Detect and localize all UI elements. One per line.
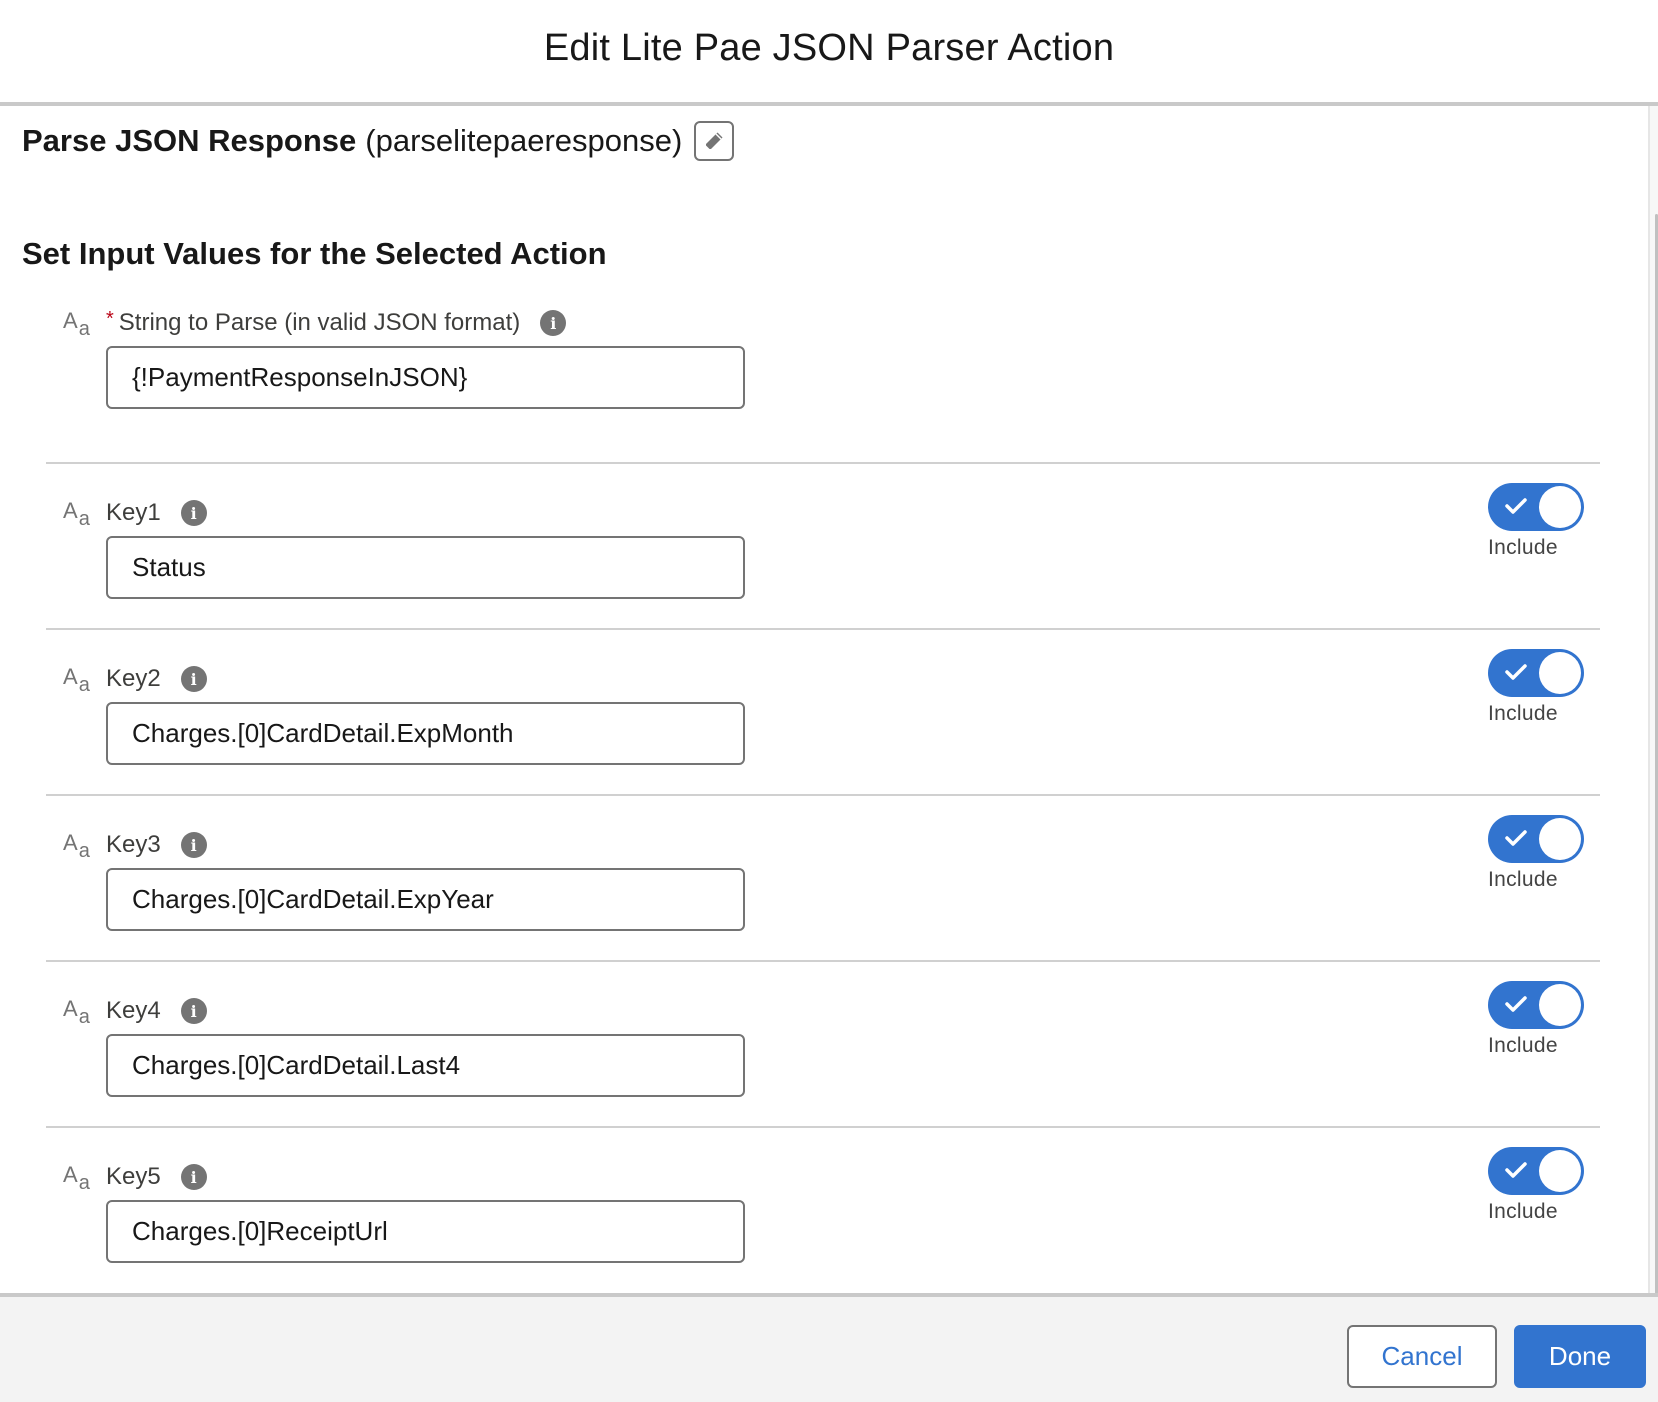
field-divider — [46, 960, 1600, 962]
include-toggle[interactable] — [1488, 981, 1584, 1029]
include-toggle-group: Include — [1488, 981, 1598, 1058]
field-divider — [46, 628, 1600, 630]
field-divider — [46, 1126, 1600, 1128]
text-type-icon: Aa — [63, 996, 90, 1028]
field-label: Key3 i — [106, 831, 207, 859]
field-label-text: Key1 — [106, 499, 161, 526]
field-row: Aa Key5 i Include — [46, 1126, 1600, 1292]
field-input[interactable] — [106, 868, 745, 931]
modal-footer: Cancel Done — [0, 1293, 1658, 1402]
field-row: Aa * String to Parse (in valid JSON format… — [46, 306, 1600, 472]
field-input[interactable] — [106, 702, 745, 765]
include-toggle-group: Include — [1488, 649, 1598, 726]
include-label: Include — [1488, 1200, 1558, 1223]
modal-body: Parse JSON Response (parselitepaerespons… — [0, 106, 1650, 1293]
text-type-icon: Aa — [63, 498, 90, 530]
checkmark-icon — [1505, 1162, 1527, 1178]
include-toggle-group: Include — [1488, 483, 1598, 560]
edit-action-button[interactable] — [694, 121, 735, 161]
field-input[interactable] — [106, 536, 745, 599]
field-row: Aa Key2 i Include — [46, 628, 1600, 794]
section-title: Set Input Values for the Selected Action — [22, 236, 607, 271]
field-label: Key5 i — [106, 1163, 207, 1191]
checkmark-icon — [1505, 498, 1527, 514]
include-label: Include — [1488, 1034, 1558, 1057]
field-input[interactable] — [106, 1200, 745, 1263]
field-label-text: Key5 — [106, 1163, 161, 1190]
modal-header: Edit Lite Pae JSON Parser Action — [0, 0, 1658, 106]
text-type-icon: Aa — [63, 1162, 90, 1194]
toggle-knob — [1539, 486, 1581, 528]
info-icon[interactable]: i — [180, 1164, 207, 1190]
action-api-name: (parselitepaeresponse) — [365, 123, 683, 158]
include-toggle[interactable] — [1488, 1147, 1584, 1195]
field-label-text: Key4 — [106, 997, 161, 1024]
field-label-text: String to Parse (in valid JSON format) — [118, 309, 521, 336]
done-button[interactable]: Done — [1514, 1325, 1646, 1388]
text-type-icon: Aa — [63, 830, 90, 862]
action-heading: Parse JSON Response (parselitepaerespons… — [22, 121, 735, 161]
modal-title: Edit Lite Pae JSON Parser Action — [543, 26, 1115, 69]
field-label: Key1 i — [106, 499, 207, 527]
info-icon[interactable]: i — [180, 832, 207, 858]
include-toggle-group: Include — [1488, 815, 1598, 892]
info-icon[interactable]: i — [180, 500, 207, 526]
field-row: Aa Key1 i Include — [46, 462, 1600, 628]
checkmark-icon — [1505, 664, 1527, 680]
info-icon[interactable]: i — [180, 666, 207, 692]
include-label: Include — [1488, 536, 1558, 559]
toggle-knob — [1539, 818, 1581, 860]
field-row: Aa Key3 i Include — [46, 794, 1600, 960]
text-type-icon: Aa — [63, 308, 90, 340]
text-type-icon: Aa — [63, 664, 90, 696]
action-name: Parse JSON Response — [22, 123, 357, 158]
field-divider — [46, 462, 1600, 464]
include-toggle[interactable] — [1488, 649, 1584, 697]
field-label: Key2 i — [106, 665, 207, 693]
toggle-knob — [1539, 1150, 1581, 1192]
field-divider — [46, 794, 1600, 796]
include-toggle-group: Include — [1488, 1147, 1598, 1224]
toggle-knob — [1539, 652, 1581, 694]
field-label-text: Key2 — [106, 665, 161, 692]
field-label: Key4 i — [106, 997, 207, 1025]
include-toggle[interactable] — [1488, 815, 1584, 863]
required-marker: * — [106, 307, 114, 330]
field-label-text: Key3 — [106, 831, 161, 858]
checkmark-icon — [1505, 830, 1527, 846]
include-toggle[interactable] — [1488, 483, 1584, 531]
cancel-button[interactable]: Cancel — [1347, 1325, 1497, 1388]
info-icon[interactable]: i — [180, 998, 207, 1024]
info-icon[interactable]: i — [540, 310, 567, 336]
include-label: Include — [1488, 702, 1558, 725]
include-label: Include — [1488, 868, 1558, 891]
field-input[interactable] — [106, 1034, 745, 1097]
field-input[interactable] — [106, 346, 745, 409]
field-label: * String to Parse (in valid JSON format) i — [106, 307, 567, 337]
field-row: Aa Key4 i Include — [46, 960, 1600, 1126]
pencil-icon — [706, 132, 723, 149]
toggle-knob — [1539, 984, 1581, 1026]
checkmark-icon — [1505, 996, 1527, 1012]
